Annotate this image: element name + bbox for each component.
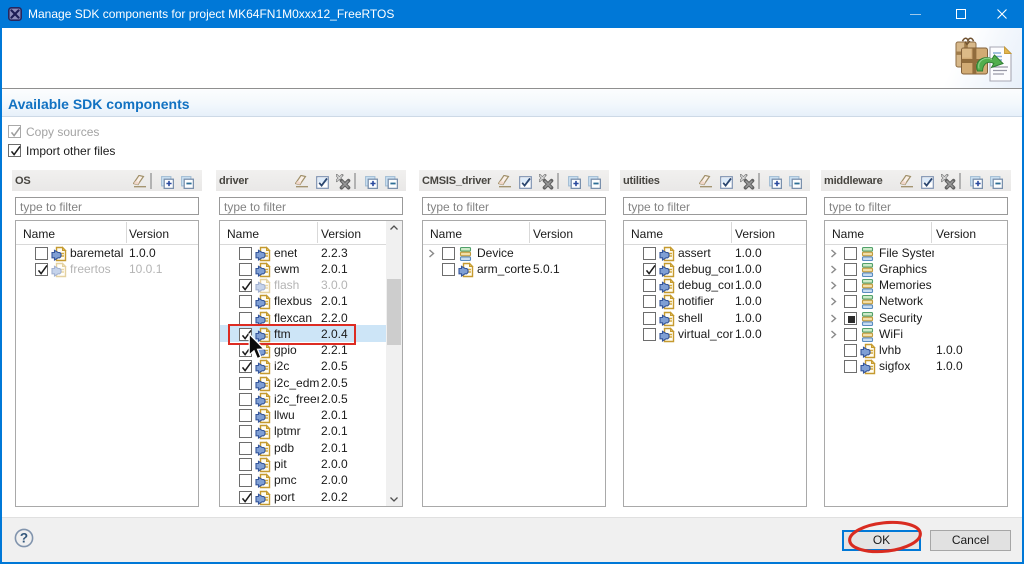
- svg-text:?: ?: [20, 531, 28, 546]
